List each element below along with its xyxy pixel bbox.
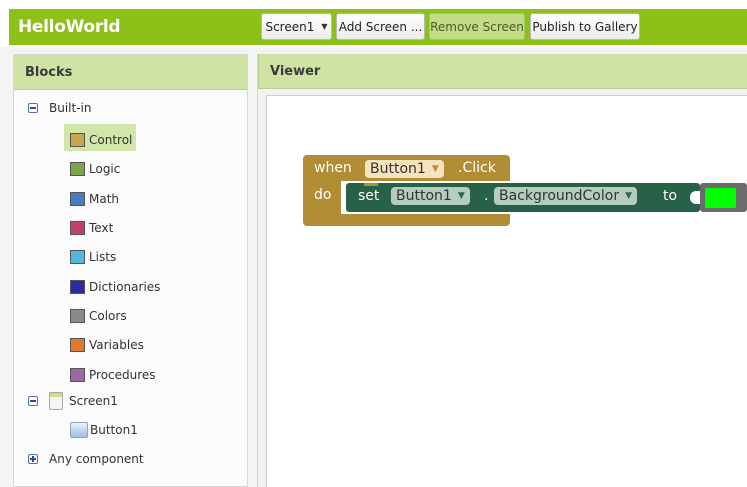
variables-color-icon [70,338,85,352]
set-component-label: Button1 [396,188,452,204]
any-component-label: Any component [49,452,144,466]
dropdown-arrow-icon: ▼ [625,191,632,201]
dot-separator: . [484,188,489,204]
remove-screen-button[interactable]: Remove Screen [429,13,525,40]
screen-icon [49,392,63,410]
button1-label: Button1 [90,423,138,437]
builtin-item-label: Control [89,133,133,147]
builtin-item-lists[interactable]: Lists [70,250,116,264]
top-bar: HelloWorld Screen1 ▼ Add Screen ... Remo… [0,0,747,47]
builtin-item-label: Logic [89,162,121,176]
top-bar-strip: HelloWorld Screen1 ▼ Add Screen ... Remo… [9,9,747,45]
colors-color-icon [70,309,85,323]
builtin-item-control[interactable]: Control [70,133,132,147]
screen1-label: Screen1 [69,394,118,408]
do-keyword: do [314,187,332,203]
builtin-item-variables[interactable]: Variables [70,338,144,352]
property-label: BackgroundColor [499,188,620,204]
event-name-label: .Click [458,160,496,176]
lists-color-icon [70,250,85,264]
builtin-item-procedures[interactable]: Procedures [70,368,156,382]
blocks-panel-title: Blocks [14,55,247,90]
builtin-item-dictionaries[interactable]: Dictionaries [70,280,160,294]
button-component-icon [70,422,88,438]
publish-to-gallery-button[interactable]: Publish to Gallery [530,13,640,40]
screen-select-button[interactable]: Screen1 ▼ [261,13,332,40]
dropdown-arrow-icon: ▼ [431,164,439,174]
builtin-item-label: Procedures [89,368,156,382]
control-color-icon [70,133,85,147]
builtin-item-text[interactable]: Text [70,221,113,235]
viewer-panel: Viewer [257,54,747,487]
builtin-item-label: Dictionaries [89,280,161,294]
add-screen-button[interactable]: Add Screen ... [336,13,425,40]
when-keyword: when [314,160,352,176]
app-window: HelloWorld Screen1 ▼ Add Screen ... Remo… [0,0,747,487]
procedures-color-icon [70,368,85,382]
screen-select-label: Screen1 [265,19,315,34]
builtin-item-label: Variables [89,338,144,352]
set-block-notch [364,183,378,186]
builtin-item-colors[interactable]: Colors [70,309,127,323]
button1-tree-item[interactable]: Button1 [70,422,138,438]
logic-color-icon [70,162,85,176]
builtin-item-label: Lists [89,250,117,264]
set-keyword: set [358,188,380,204]
viewer-title: Viewer [258,54,747,89]
builtin-item-logic[interactable]: Logic [70,162,120,176]
collapse-icon[interactable] [28,396,38,406]
to-keyword: to [663,188,678,204]
app-title: HelloWorld [18,17,121,37]
value-socket [690,191,700,204]
builtin-item-label: Math [89,192,120,206]
builtin-label: Built-in [49,101,92,115]
expand-icon[interactable] [28,454,38,464]
blocks-workspace[interactable] [266,95,747,487]
chevron-down-icon: ▼ [321,22,328,31]
set-component-dropdown[interactable]: Button1 ▼ [391,187,470,205]
builtin-toggle-row[interactable]: Built-in [28,101,91,115]
property-dropdown[interactable]: BackgroundColor ▼ [494,187,637,205]
dropdown-arrow-icon: ▼ [457,191,465,201]
screen1-tree-row[interactable]: Screen1 [28,392,118,410]
builtin-item-label: Colors [89,309,127,323]
builtin-item-math[interactable]: Math [70,192,119,206]
event-component-dropdown[interactable]: Button1 ▼ [365,160,444,178]
event-component-label: Button1 [370,161,426,177]
builtin-item-label: Text [89,221,114,235]
text-color-icon [70,221,85,235]
collapse-icon[interactable] [28,103,38,113]
color-swatch[interactable] [705,188,736,208]
dictionaries-color-icon [70,280,85,294]
any-component-row[interactable]: Any component [28,452,144,466]
math-color-icon [70,192,85,206]
